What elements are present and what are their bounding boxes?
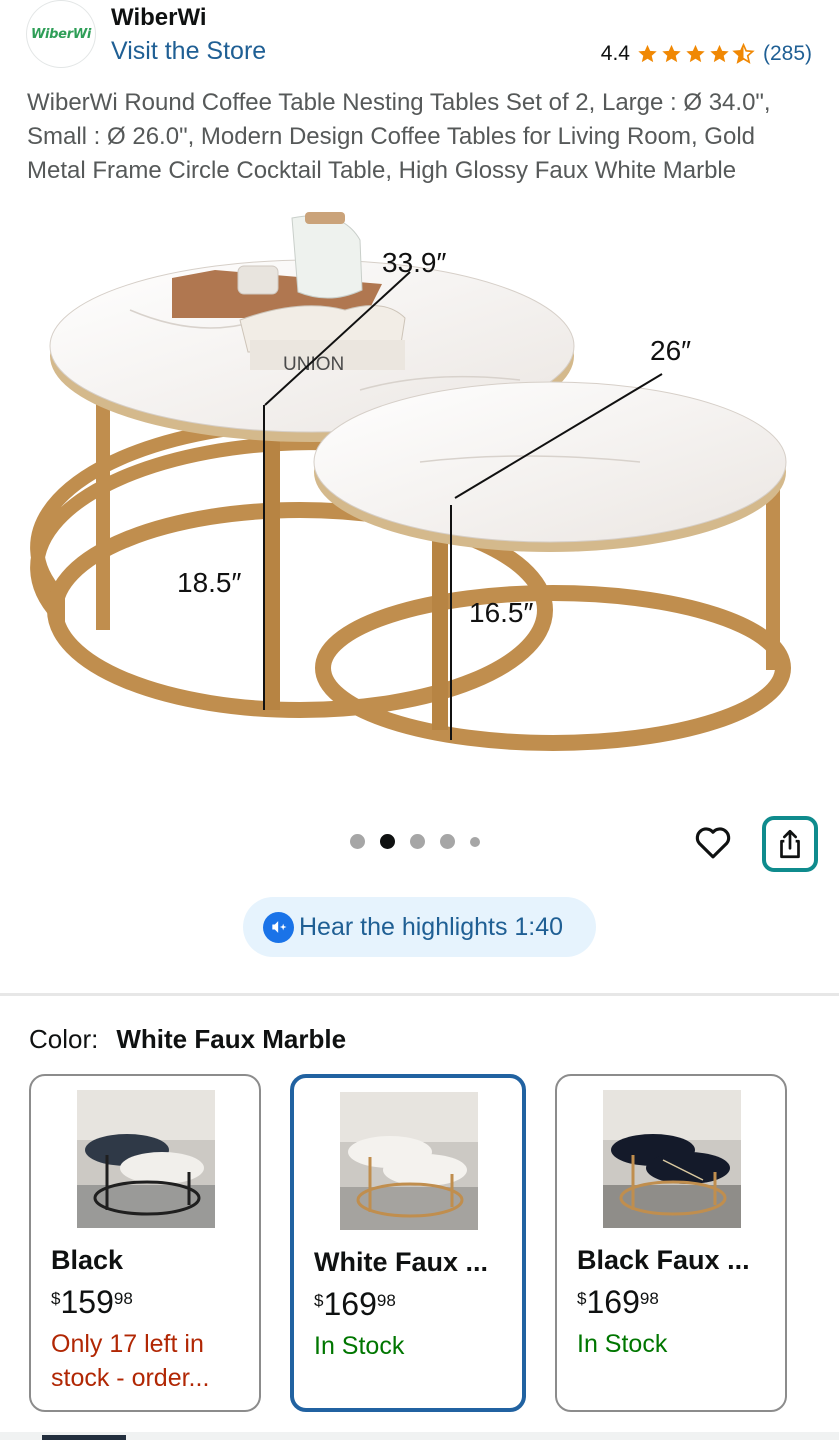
product-title: WiberWi Round Coffee Table Nesting Table… xyxy=(27,89,771,184)
dimension-large-diameter: 33.9″ xyxy=(382,247,446,278)
star-full-icon xyxy=(686,44,705,63)
variant-price: $ 159 98 xyxy=(51,1285,133,1319)
variant-stock: In Stock xyxy=(314,1332,405,1360)
store-header: WiberWi WiberWi Visit the Store 4.4 (285… xyxy=(0,0,839,80)
book-label: UNION xyxy=(283,354,344,375)
color-label: Color: xyxy=(29,1024,99,1054)
rating-value: 4.4 xyxy=(600,42,630,65)
bottom-scroll-indicator xyxy=(0,1432,839,1440)
price-fraction: 98 xyxy=(376,1291,396,1310)
section-divider xyxy=(0,993,839,996)
brand-name: WiberWi xyxy=(111,4,207,31)
variant-thumbnail xyxy=(340,1092,478,1230)
pagination-dot[interactable] xyxy=(410,834,425,849)
dimension-small-height: 16.5″ xyxy=(469,597,533,628)
color-selector-heading: Color: White Faux Marble xyxy=(29,1024,346,1055)
heart-outline-icon xyxy=(695,826,731,858)
share-icon xyxy=(780,829,800,859)
hear-highlights-button[interactable]: Hear the highlights 1:40 xyxy=(243,897,596,957)
pagination-dot[interactable] xyxy=(440,834,455,849)
image-pagination xyxy=(350,834,480,849)
selected-color-value: White Faux Marble xyxy=(116,1024,347,1054)
price-fraction: 98 xyxy=(113,1289,133,1308)
price-whole: 169 xyxy=(323,1286,377,1322)
price-whole: 169 xyxy=(586,1284,640,1320)
rating-count[interactable]: (285) xyxy=(763,42,812,66)
variant-thumbnail xyxy=(77,1090,215,1228)
star-full-icon xyxy=(710,44,729,63)
store-logo-text: WiberWi xyxy=(30,26,92,42)
variant-price: $ 169 98 xyxy=(577,1285,659,1319)
dimension-large-height: 18.5″ xyxy=(177,567,241,598)
star-full-icon xyxy=(638,44,657,63)
wishlist-button[interactable] xyxy=(690,820,736,866)
pagination-dot-active[interactable] xyxy=(380,834,395,849)
price-currency: $ xyxy=(51,1289,61,1308)
color-variant-black[interactable]: Black $ 159 98 Only 17 left in stock - o… xyxy=(29,1074,261,1412)
variant-price: $ 169 98 xyxy=(314,1287,396,1321)
star-half-icon xyxy=(732,43,755,64)
price-whole: 159 xyxy=(60,1284,114,1320)
pagination-dot[interactable] xyxy=(350,834,365,849)
pagination-dot[interactable] xyxy=(470,836,480,847)
star-full-icon xyxy=(662,44,681,63)
store-logo[interactable]: WiberWi xyxy=(26,0,96,68)
price-fraction: 98 xyxy=(639,1289,659,1308)
variant-stock: Only 17 left in stock - order... xyxy=(51,1330,210,1392)
color-variant-white-faux-marble[interactable]: White Faux ... $ 169 98 In Stock xyxy=(290,1074,526,1412)
product-image[interactable]: UNION 33.9″ 26″ 18.5″ 16.5″ xyxy=(0,200,839,790)
variant-name: Black xyxy=(51,1245,124,1275)
rating[interactable]: 4.4 (285) xyxy=(601,40,812,68)
dimension-small-diameter: 26″ xyxy=(650,335,691,366)
price-currency: $ xyxy=(577,1289,587,1308)
variant-thumbnail xyxy=(603,1090,741,1228)
star-rating xyxy=(636,43,755,65)
hear-highlights-label: Hear the highlights 1:40 xyxy=(299,912,564,941)
price-currency: $ xyxy=(314,1291,324,1310)
small-table xyxy=(313,381,791,751)
share-button[interactable] xyxy=(762,816,818,872)
audio-sparkle-icon xyxy=(263,911,294,943)
variant-name: Black Faux ... xyxy=(577,1245,750,1275)
color-variant-black-faux-marble[interactable]: Black Faux ... $ 169 98 In Stock xyxy=(555,1074,787,1412)
variant-stock: In Stock xyxy=(577,1330,668,1358)
variant-name: White Faux ... xyxy=(314,1247,489,1277)
scroll-thumb xyxy=(42,1435,126,1440)
visit-store-link[interactable]: Visit the Store xyxy=(111,37,266,66)
